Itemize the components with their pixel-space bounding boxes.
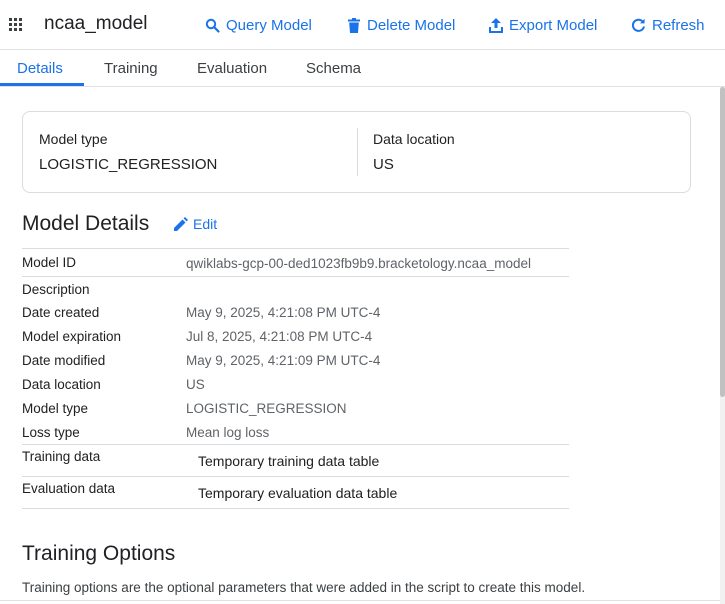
query-model-button[interactable]: Query Model bbox=[205, 15, 312, 35]
data-location-row-value: US bbox=[186, 377, 205, 392]
table-row: Training data Temporary training data ta… bbox=[22, 445, 569, 477]
row-label: Description bbox=[22, 282, 90, 297]
search-icon bbox=[205, 18, 220, 33]
evaluation-data-link[interactable]: Temporary evaluation data table bbox=[198, 485, 397, 501]
table-row: Date modified May 9, 2025, 4:21:09 PM UT… bbox=[22, 349, 569, 373]
export-model-button[interactable]: Export Model bbox=[489, 15, 597, 35]
model-type-value: LOGISTIC_REGRESSION bbox=[39, 156, 218, 173]
model-type-label: Model type bbox=[39, 131, 108, 147]
model-id-value: qwiklabs-gcp-00-ded1023fb9b9.bracketolog… bbox=[186, 256, 531, 271]
row-label: Model expiration bbox=[22, 329, 122, 344]
delete-model-button[interactable]: Delete Model bbox=[347, 15, 455, 35]
delete-model-label: Delete Model bbox=[367, 16, 456, 34]
table-row: Model ID qwiklabs-gcp-00-ded1023fb9b9.br… bbox=[22, 248, 569, 277]
model-type-row-value: LOGISTIC_REGRESSION bbox=[186, 401, 347, 416]
model-summary-card: Model type LOGISTIC_REGRESSION Data loca… bbox=[22, 111, 691, 193]
query-model-label: Query Model bbox=[226, 16, 312, 34]
data-location-value: US bbox=[373, 156, 394, 173]
date-modified-value: May 9, 2025, 4:21:09 PM UTC-4 bbox=[186, 353, 381, 368]
active-tab-indicator bbox=[0, 83, 84, 86]
row-label: Evaluation data bbox=[22, 481, 116, 496]
tab-evaluation[interactable]: Evaluation bbox=[197, 60, 267, 77]
row-label: Model ID bbox=[22, 255, 77, 270]
training-data-link[interactable]: Temporary training data table bbox=[198, 453, 379, 469]
table-row: Data location US bbox=[22, 373, 569, 397]
row-label: Training data bbox=[22, 449, 101, 464]
table-row: Date created May 9, 2025, 4:21:08 PM UTC… bbox=[22, 301, 569, 325]
model-grid-icon bbox=[9, 18, 22, 31]
model-header: ncaa_model Query Model Delete Model Expo… bbox=[0, 0, 725, 50]
model-expiration-value: Jul 8, 2025, 4:21:08 PM UTC-4 bbox=[186, 329, 373, 344]
table-row: Description bbox=[22, 277, 569, 301]
row-label: Model type bbox=[22, 401, 89, 416]
data-location-label: Data location bbox=[373, 131, 455, 147]
loss-type-value: Mean log loss bbox=[186, 425, 270, 440]
scrollbar-thumb[interactable] bbox=[720, 87, 725, 397]
row-label: Loss type bbox=[22, 425, 80, 440]
model-title: ncaa_model bbox=[44, 13, 148, 34]
export-icon bbox=[489, 17, 503, 33]
divider bbox=[0, 600, 720, 601]
table-row: Evaluation data Temporary evaluation dat… bbox=[22, 477, 569, 509]
tab-training[interactable]: Training bbox=[104, 60, 158, 77]
row-label: Data location bbox=[22, 377, 101, 392]
row-label: Date modified bbox=[22, 353, 106, 368]
date-created-value: May 9, 2025, 4:21:08 PM UTC-4 bbox=[186, 305, 381, 320]
vertical-scrollbar[interactable] bbox=[720, 87, 725, 604]
tab-schema[interactable]: Schema bbox=[306, 60, 361, 77]
tab-bar: Details Training Evaluation Schema bbox=[0, 50, 725, 87]
table-row: Model type LOGISTIC_REGRESSION bbox=[22, 397, 569, 421]
refresh-button[interactable]: Refresh bbox=[631, 15, 705, 35]
row-label: Date created bbox=[22, 305, 100, 320]
table-row: Loss type Mean log loss bbox=[22, 421, 569, 445]
edit-label: Edit bbox=[193, 216, 218, 232]
trash-icon bbox=[348, 17, 360, 33]
refresh-label: Refresh bbox=[652, 16, 705, 34]
tab-details[interactable]: Details bbox=[17, 60, 63, 77]
training-options-title: Training Options bbox=[22, 542, 176, 565]
model-details-title: Model Details bbox=[22, 212, 150, 235]
training-options-description: Training options are the optional parame… bbox=[22, 580, 586, 595]
export-model-label: Export Model bbox=[509, 16, 598, 34]
table-row: Model expiration Jul 8, 2025, 4:21:08 PM… bbox=[22, 325, 569, 349]
refresh-icon bbox=[632, 18, 645, 32]
edit-details-button[interactable]: Edit bbox=[174, 216, 217, 232]
card-divider bbox=[357, 128, 358, 176]
pencil-icon bbox=[174, 217, 188, 231]
